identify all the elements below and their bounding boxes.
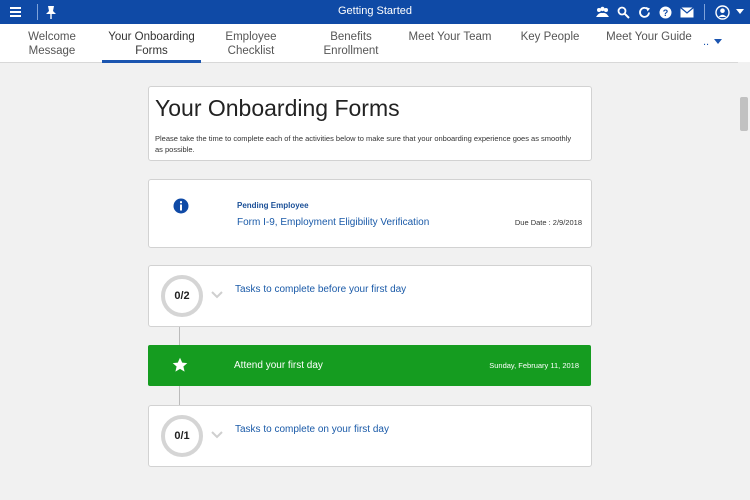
chevron-down-icon[interactable]: [211, 426, 223, 439]
first-day-label: Attend your first day: [234, 360, 323, 371]
tasks-on-first-day[interactable]: 0/1 Tasks to complete on your first day: [148, 405, 592, 467]
task-group-label[interactable]: Tasks to complete on your first day: [235, 424, 389, 435]
active-tab-indicator: [102, 60, 201, 63]
tab-key-people[interactable]: Key People: [516, 30, 584, 62]
tab-benefits-enrollment[interactable]: Benefits Enrollment: [315, 30, 387, 62]
first-day-date: Sunday, February 11, 2018: [489, 361, 579, 370]
due-date: Due Date : 2/9/2018: [514, 218, 582, 227]
intro-card: Your Onboarding Forms Please take the ti…: [148, 86, 592, 161]
progress-count: 0/2: [174, 290, 190, 302]
chevron-down-icon[interactable]: [736, 5, 744, 20]
svg-text:?: ?: [663, 8, 669, 18]
tab-onboarding-forms[interactable]: Your Onboarding Forms: [102, 30, 201, 63]
refresh-icon[interactable]: [637, 5, 652, 20]
tab-label: Your Onboarding: [108, 31, 195, 43]
tab-label: Forms: [135, 45, 168, 57]
tab-employee-checklist[interactable]: Employee Checklist: [216, 30, 286, 62]
tab-label: Message: [28, 45, 76, 57]
tab-label: Checklist: [227, 45, 275, 57]
chevron-down-icon[interactable]: [211, 286, 223, 299]
first-day-banner: Attend your first day Sunday, February 1…: [148, 345, 591, 386]
tab-label: Meet Your Team: [408, 31, 492, 43]
tab-meet-your-guide[interactable]: Meet Your Guide: [603, 30, 695, 62]
search-icon[interactable]: [616, 5, 631, 20]
task-group-label[interactable]: Tasks to complete before your first day: [235, 284, 406, 295]
tab-meet-your-team[interactable]: Meet Your Team: [405, 30, 495, 62]
help-icon[interactable]: ?: [658, 5, 673, 20]
tab-label: Enrollment: [323, 45, 379, 57]
page-title: Your Onboarding Forms: [155, 95, 400, 121]
more-tabs-button[interactable]: ..: [703, 36, 723, 48]
progress-count: 0/1: [174, 430, 190, 442]
more-tabs-label: ..: [703, 36, 710, 48]
tab-label: Welcome: [28, 31, 76, 43]
form-link[interactable]: Form I-9, Employment Eligibility Verific…: [237, 217, 429, 228]
info-icon: [173, 198, 189, 214]
tab-bar: Welcome Message Your Onboarding Forms Em…: [0, 24, 750, 63]
tab-welcome-message[interactable]: Welcome Message: [18, 30, 86, 62]
timeline-connector: [179, 325, 180, 345]
timeline-connector: [179, 386, 180, 405]
tab-label: Meet Your Guide: [606, 31, 692, 43]
pending-form-card: Pending Employee Form I-9, Employment El…: [148, 179, 592, 248]
star-icon: [172, 357, 188, 373]
progress-circle: 0/1: [161, 415, 203, 457]
caret-down-icon: [714, 39, 723, 44]
progress-circle: 0/2: [161, 275, 203, 317]
top-app-bar: Getting Started ?: [0, 0, 750, 24]
tasks-before-first-day[interactable]: 0/2 Tasks to complete before your first …: [148, 265, 592, 327]
mail-icon[interactable]: [679, 5, 694, 20]
tab-label: Benefits: [330, 31, 372, 43]
pending-label: Pending Employee: [237, 201, 309, 210]
people-icon[interactable]: [595, 5, 610, 20]
tab-label: Key People: [520, 31, 580, 43]
divider: [704, 4, 705, 20]
intro-text: Please take the time to complete each of…: [155, 134, 572, 154]
scrollbar-thumb[interactable]: [740, 97, 748, 131]
tab-label: Employee: [225, 31, 277, 43]
user-icon[interactable]: [715, 4, 730, 20]
